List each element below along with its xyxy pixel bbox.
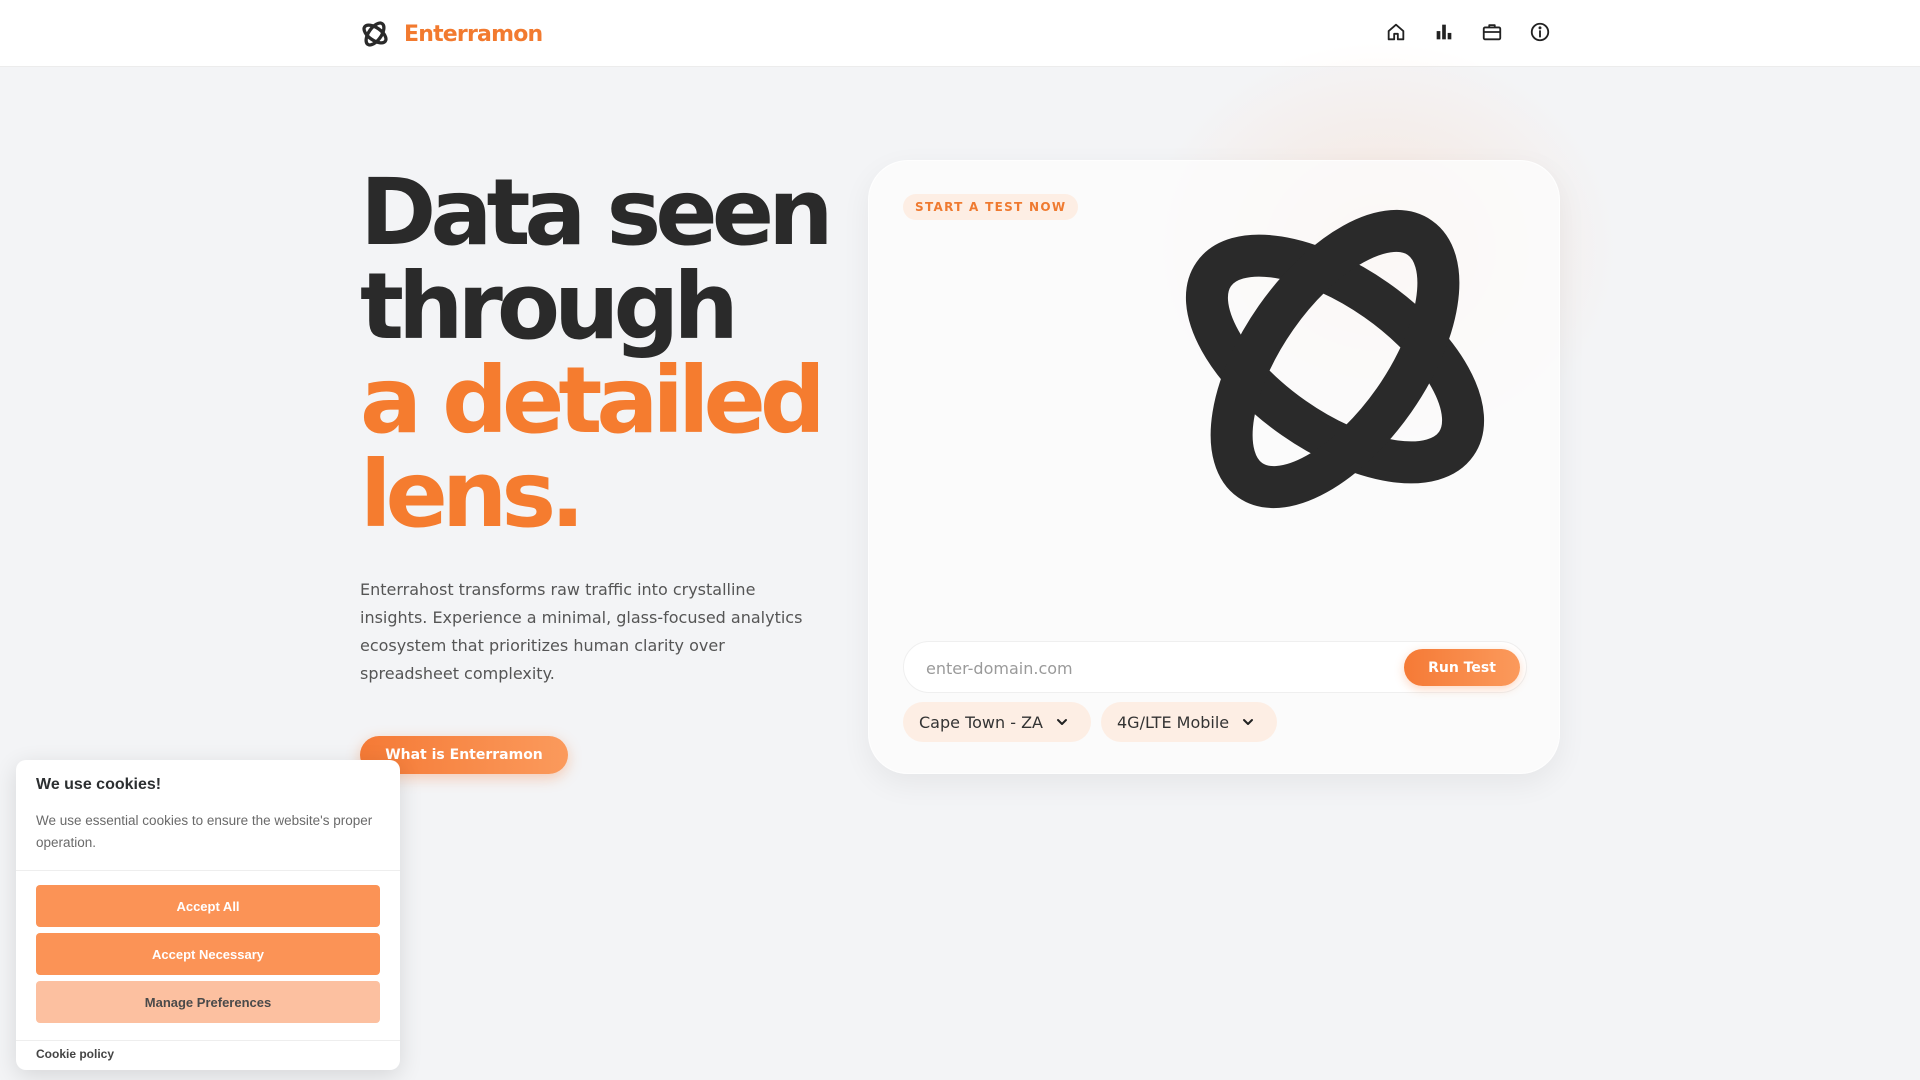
briefcase-icon <box>1482 24 1502 41</box>
chevron-down-icon <box>1243 719 1254 725</box>
accept-necessary-button[interactable]: Accept Necessary <box>36 933 380 975</box>
location-select-value: Cape Town - ZA <box>919 712 1043 732</box>
accept-all-button[interactable]: Accept All <box>36 885 380 927</box>
brand[interactable]: Enterramon <box>360 16 543 52</box>
brand-name: Enterramon <box>404 21 543 47</box>
hero-title-line4: lens. <box>360 441 585 548</box>
cookie-text: We use essential cookies to ensure the w… <box>36 813 373 850</box>
nav-tools[interactable] <box>1480 18 1504 46</box>
hero-description: Enterrahost transforms raw traffic into … <box>360 580 803 683</box>
hero-title: Data seen through a detailed lens. <box>360 166 840 542</box>
top-navbar: Enterramon <box>0 0 1920 67</box>
location-select[interactable]: Cape Town - ZA <box>903 702 1091 742</box>
network-select-value: 4G/LTE Mobile <box>1117 712 1230 732</box>
nav-about[interactable] <box>1528 18 1552 46</box>
test-card: START A TEST NOW Run Test Cape Town - ZA… <box>868 160 1560 774</box>
chevron-down-icon <box>1056 719 1067 725</box>
network-select[interactable]: 4G/LTE Mobile <box>1101 702 1277 742</box>
domain-input-row: Run Test <box>903 641 1527 693</box>
enterramon-logo-icon <box>1185 209 1485 509</box>
divider <box>16 1040 400 1041</box>
hero-title-line1: Data seen <box>360 159 834 266</box>
run-test-button[interactable]: Run Test <box>1404 649 1520 686</box>
hero-title-line3: a detailed <box>360 347 826 454</box>
manage-preferences-button[interactable]: Manage Preferences <box>36 981 380 1023</box>
start-test-badge: START A TEST NOW <box>903 194 1079 220</box>
brand-logo-icon <box>362 21 388 47</box>
info-icon <box>1530 22 1550 42</box>
cookie-dialog: We use cookies! We use essential cookies… <box>16 760 400 1070</box>
divider <box>16 870 400 871</box>
bar-chart-icon <box>1436 24 1452 40</box>
cookie-policy-link[interactable]: Cookie policy <box>36 1047 114 1061</box>
hero-title-line2: through <box>360 253 739 360</box>
domain-input[interactable] <box>926 655 1366 681</box>
cookie-title: We use cookies! <box>36 776 162 793</box>
nav-stats[interactable] <box>1432 18 1456 46</box>
